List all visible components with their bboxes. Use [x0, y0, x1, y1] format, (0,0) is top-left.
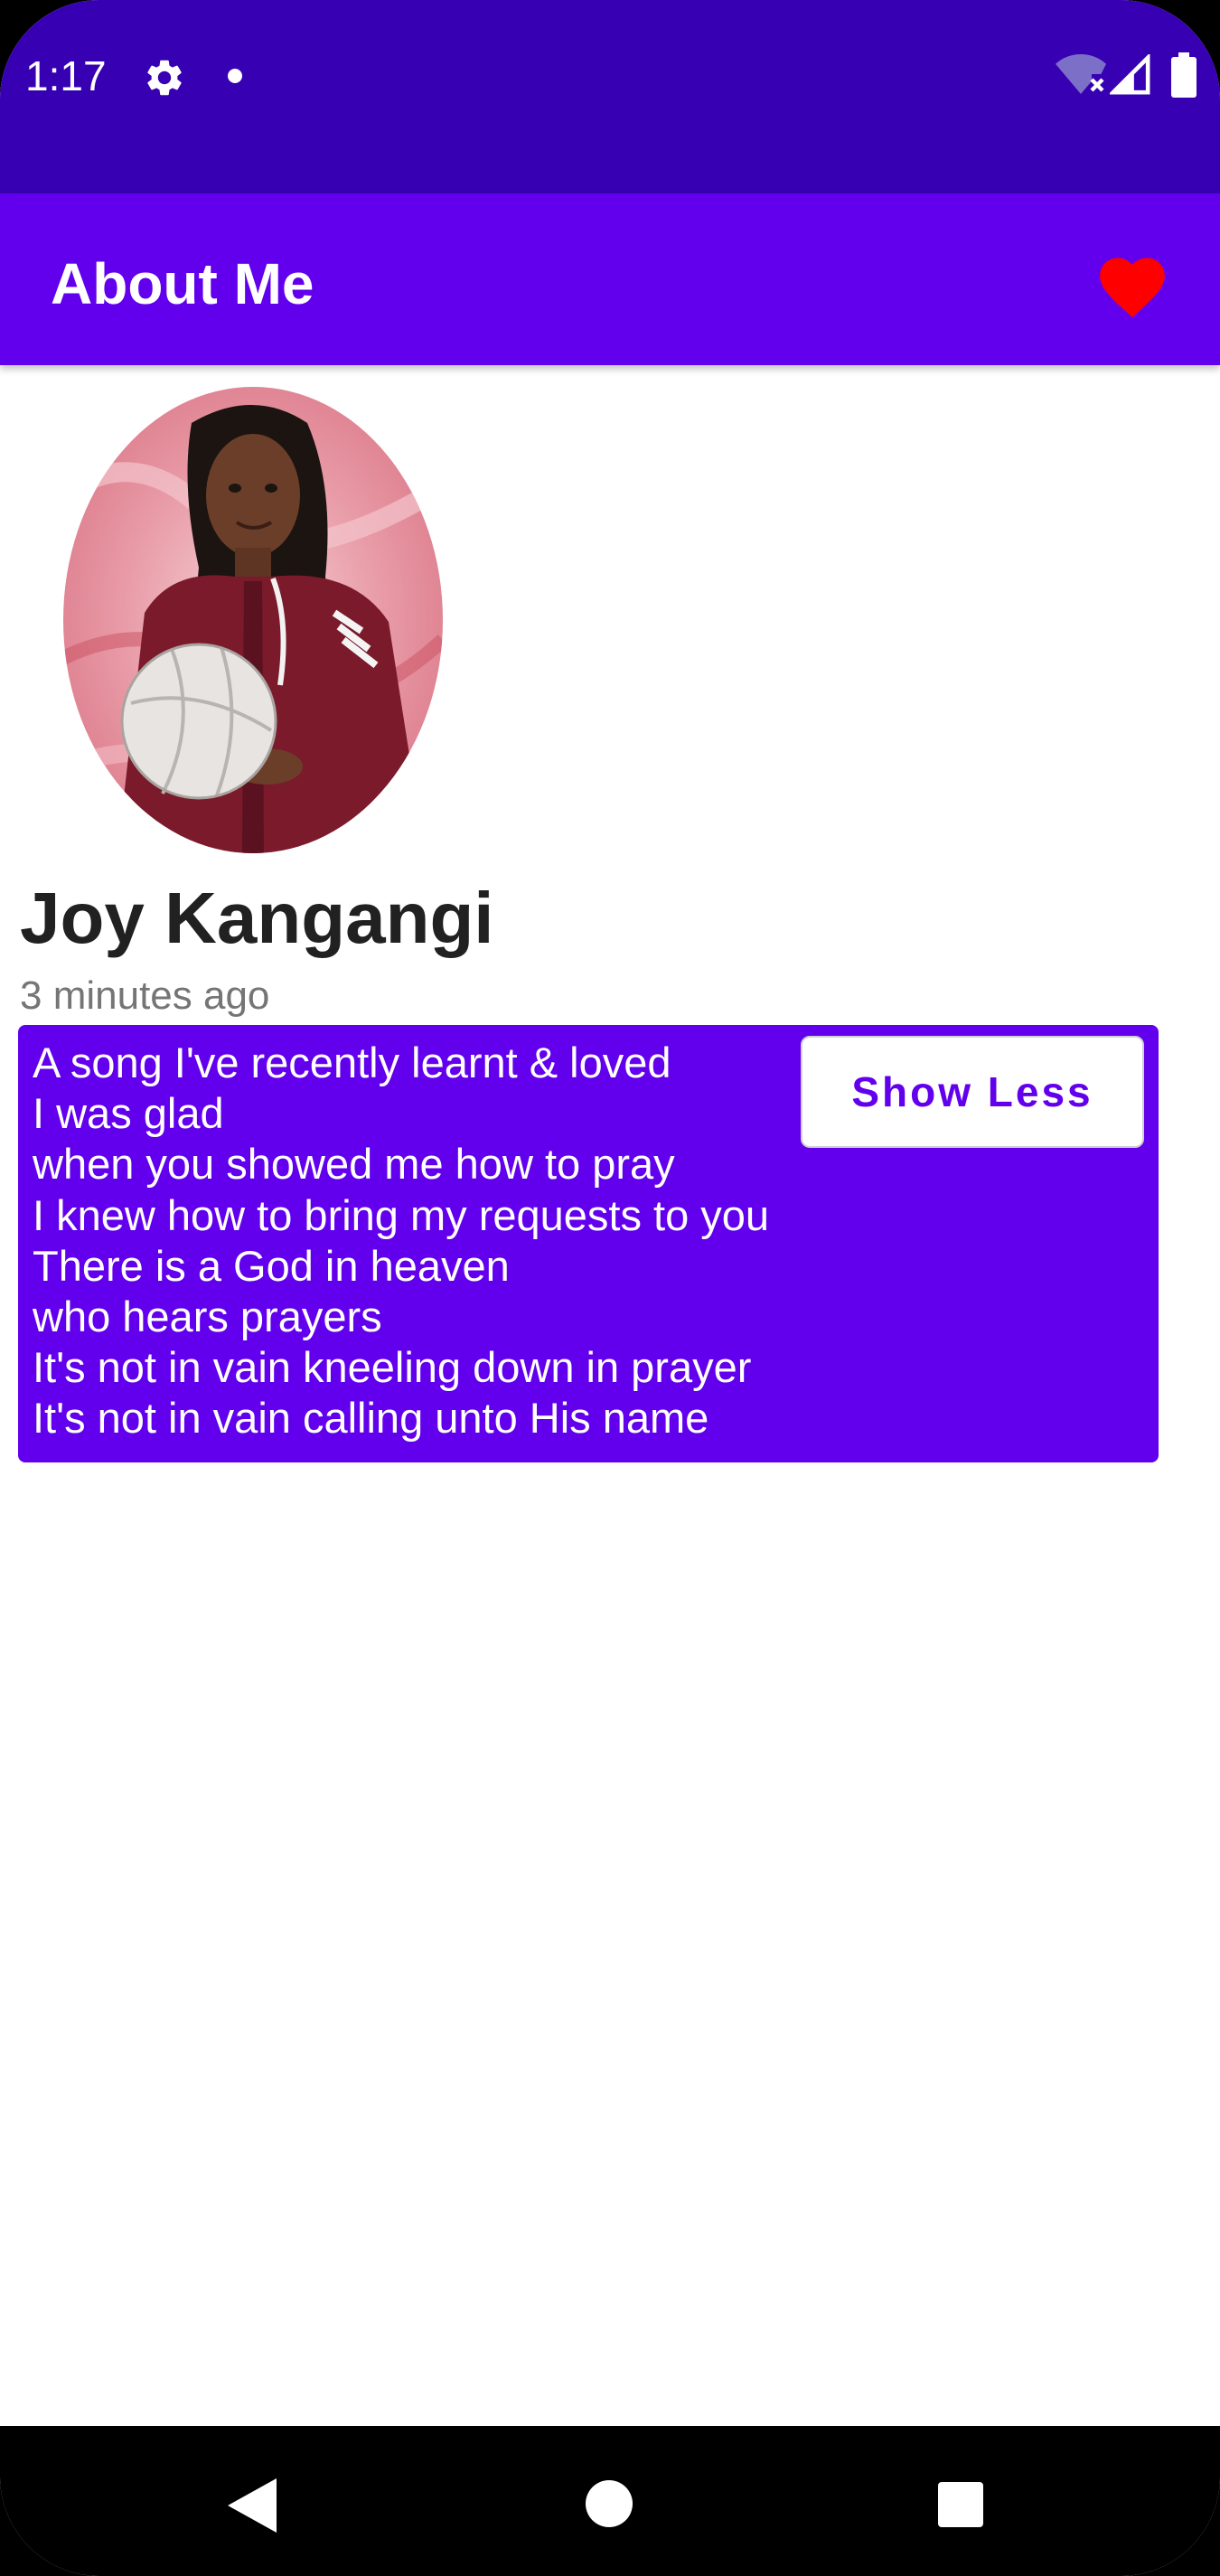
lyric-line: A song I've recently learnt & loved	[33, 1039, 671, 1086]
song-card: A song I've recently learnt & loved I wa…	[18, 1025, 1159, 1462]
recents-icon[interactable]	[938, 2482, 983, 2527]
status-time: 1:17	[25, 52, 107, 99]
lyric-line: I knew how to bring my requests to you	[33, 1190, 770, 1239]
profile-photo	[63, 387, 443, 853]
app-bar: About Me	[0, 193, 1220, 365]
lyric-line: There is a God in heaven	[33, 1241, 510, 1290]
lyric-line: It's not in vain kneeling down in prayer	[33, 1343, 752, 1392]
profile-name: Joy Kangangi	[20, 878, 494, 958]
cell-signal-icon	[1110, 54, 1150, 95]
profile-photo-image	[63, 387, 443, 853]
navigation-bar	[0, 2426, 1220, 2576]
post-timestamp: 3 minutes ago	[20, 973, 270, 1018]
show-less-button[interactable]: Show Less	[801, 1036, 1144, 1148]
notification-dot-icon	[228, 69, 242, 83]
heart-icon[interactable]	[1093, 248, 1171, 320]
page-title: About Me	[51, 251, 314, 316]
back-icon[interactable]	[228, 2478, 277, 2533]
lyric-line: I was glad	[33, 1089, 224, 1138]
lyric-line: when you showed me how to pray	[33, 1140, 675, 1189]
home-icon[interactable]	[586, 2480, 633, 2527]
song-lyrics: A song I've recently learnt & loved I wa…	[33, 1038, 828, 1444]
lyric-line: It's not in vain calling unto His name	[33, 1394, 709, 1443]
lyric-line: who hears prayers	[33, 1293, 382, 1341]
status-bar: 1:17	[0, 0, 1220, 193]
wifi-no-internet-icon	[1056, 54, 1106, 94]
phone-screen: 1:17 About Me Joy Kangangi 3 minutes ago…	[0, 0, 1220, 2576]
battery-icon	[1171, 52, 1197, 98]
gear-icon	[147, 60, 182, 96]
